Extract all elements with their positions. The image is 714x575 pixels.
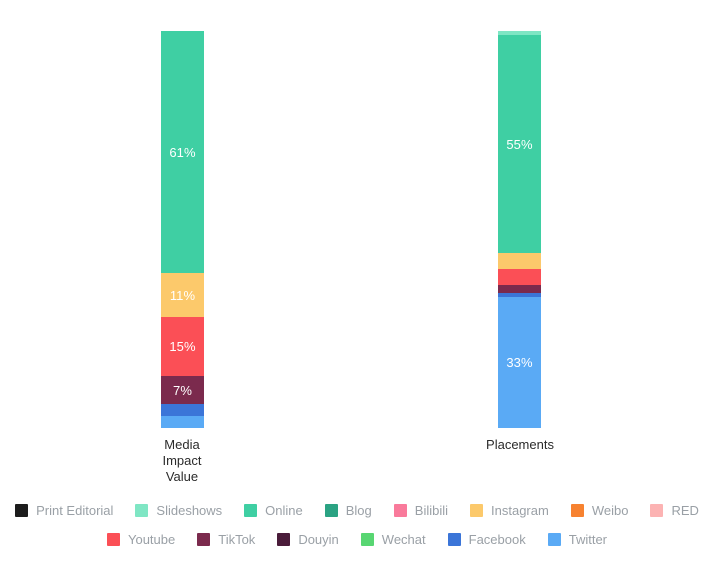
legend-item-instagram[interactable]: Instagram <box>470 504 549 517</box>
legend-item-label: Instagram <box>491 503 549 518</box>
legend-item-red[interactable]: RED <box>650 503 699 518</box>
legend-swatch-icon <box>470 504 484 517</box>
chart-legend: Print Editorial Slideshows Online Blog Bilib… <box>0 496 714 554</box>
legend-swatch-icon <box>197 533 211 546</box>
category-label-line: Media <box>164 437 200 452</box>
legend-item-label: Youtube <box>127 532 176 547</box>
legend-item-bilibili[interactable]: Bilibili <box>393 503 449 518</box>
bar-segment-facebook[interactable] <box>161 404 204 417</box>
legend-item-label: Blog <box>345 503 372 518</box>
legend-item-online[interactable]: Online <box>244 504 303 517</box>
legend-swatch-icon <box>324 504 338 517</box>
bar-segment-instagram[interactable]: 11% <box>161 273 204 317</box>
bar-stack[interactable]: 55% 33% <box>498 31 541 428</box>
legend-swatch-icon <box>277 533 291 546</box>
plot-area: 61% 11% 15% 7% 55% 33% <box>0 0 714 432</box>
bar-segment-value-label: 33% <box>506 355 533 370</box>
legend-item-label: Wechat <box>381 532 426 547</box>
legend-item-youtube[interactable]: Youtube <box>106 532 176 547</box>
bar-group-media-impact-value: 61% 11% 15% 7% <box>161 31 204 428</box>
bar-segment-value-label: 11% <box>169 287 196 303</box>
bar-segment-value-label: 7% <box>173 382 192 398</box>
legend-item-weibo[interactable]: Weibo <box>570 503 629 518</box>
category-label-line: Value <box>165 469 199 484</box>
legend-swatch-icon <box>570 504 584 517</box>
legend-item-label: Douyin <box>298 532 339 547</box>
bar-segment-twitter[interactable] <box>161 416 204 428</box>
category-label-media-impact-value: Media Impact Value <box>92 437 272 485</box>
legend-item-facebook[interactable]: Facebook <box>447 532 526 547</box>
bar-segment-youtube[interactable]: 15% <box>161 316 204 377</box>
legend-item-label: TikTok <box>218 532 256 547</box>
legend-item-tiktok[interactable]: TikTok <box>197 533 255 546</box>
legend-swatch-icon <box>15 504 29 517</box>
legend-item-douyin[interactable]: Douyin <box>277 532 339 547</box>
legend-item-blog[interactable]: Blog <box>324 503 372 518</box>
legend-item-label: Slideshows <box>156 503 223 518</box>
bar-segment-value-label: 15% <box>169 339 196 355</box>
legend-item-label: Print Editorial <box>36 503 114 518</box>
legend-swatch-icon <box>547 533 561 546</box>
bar-segment-value-label: 61% <box>169 144 196 160</box>
legend-item-label: Bilibili <box>414 503 449 518</box>
legend-item-twitter[interactable]: Twitter <box>547 532 608 547</box>
legend-swatch-icon <box>135 504 149 517</box>
legend-item-label: Weibo <box>591 503 629 518</box>
bar-segment-twitter[interactable]: 33% <box>498 297 541 428</box>
legend-swatch-icon <box>447 533 461 546</box>
stacked-bar-chart: 61% 11% 15% 7% 55% 33% Media Impact Value Plac… <box>0 0 714 575</box>
legend-item-label: Facebook <box>468 532 526 547</box>
legend-swatch-icon <box>393 504 407 517</box>
bar-segment-online[interactable]: 61% <box>161 31 204 274</box>
legend-row: Print Editorial Slideshows Online Blog Bilib… <box>0 496 714 525</box>
bar-stack[interactable]: 61% 11% 15% 7% <box>161 31 204 428</box>
bar-segment-douyin[interactable]: 7% <box>161 376 204 405</box>
legend-item-label: Twitter <box>568 532 608 547</box>
legend-item-print-editorial[interactable]: Print Editorial <box>15 504 113 517</box>
category-label-line: Impact <box>162 453 202 468</box>
legend-swatch-icon <box>244 504 258 517</box>
bar-segment-youtube[interactable] <box>498 269 541 286</box>
category-label-line: Placements <box>486 437 554 452</box>
legend-item-slideshows[interactable]: Slideshows <box>135 504 222 517</box>
legend-item-label: Online <box>265 503 303 518</box>
category-label-placements: Placements <box>430 437 610 453</box>
bar-group-placements: 55% 33% <box>498 31 541 428</box>
legend-swatch-icon <box>650 504 664 517</box>
legend-swatch-icon <box>360 533 374 546</box>
bar-segment-instagram[interactable] <box>498 253 541 270</box>
legend-item-wechat[interactable]: Wechat <box>360 532 426 547</box>
bar-segment-value-label: 55% <box>506 136 533 152</box>
bar-segment-douyin[interactable] <box>498 285 541 294</box>
legend-swatch-icon <box>106 533 120 546</box>
legend-row: Youtube TikTok Douyin Wechat Facebook Twitter <box>0 525 714 554</box>
legend-item-label: RED <box>671 503 699 518</box>
bar-segment-online[interactable]: 55% <box>498 35 541 254</box>
